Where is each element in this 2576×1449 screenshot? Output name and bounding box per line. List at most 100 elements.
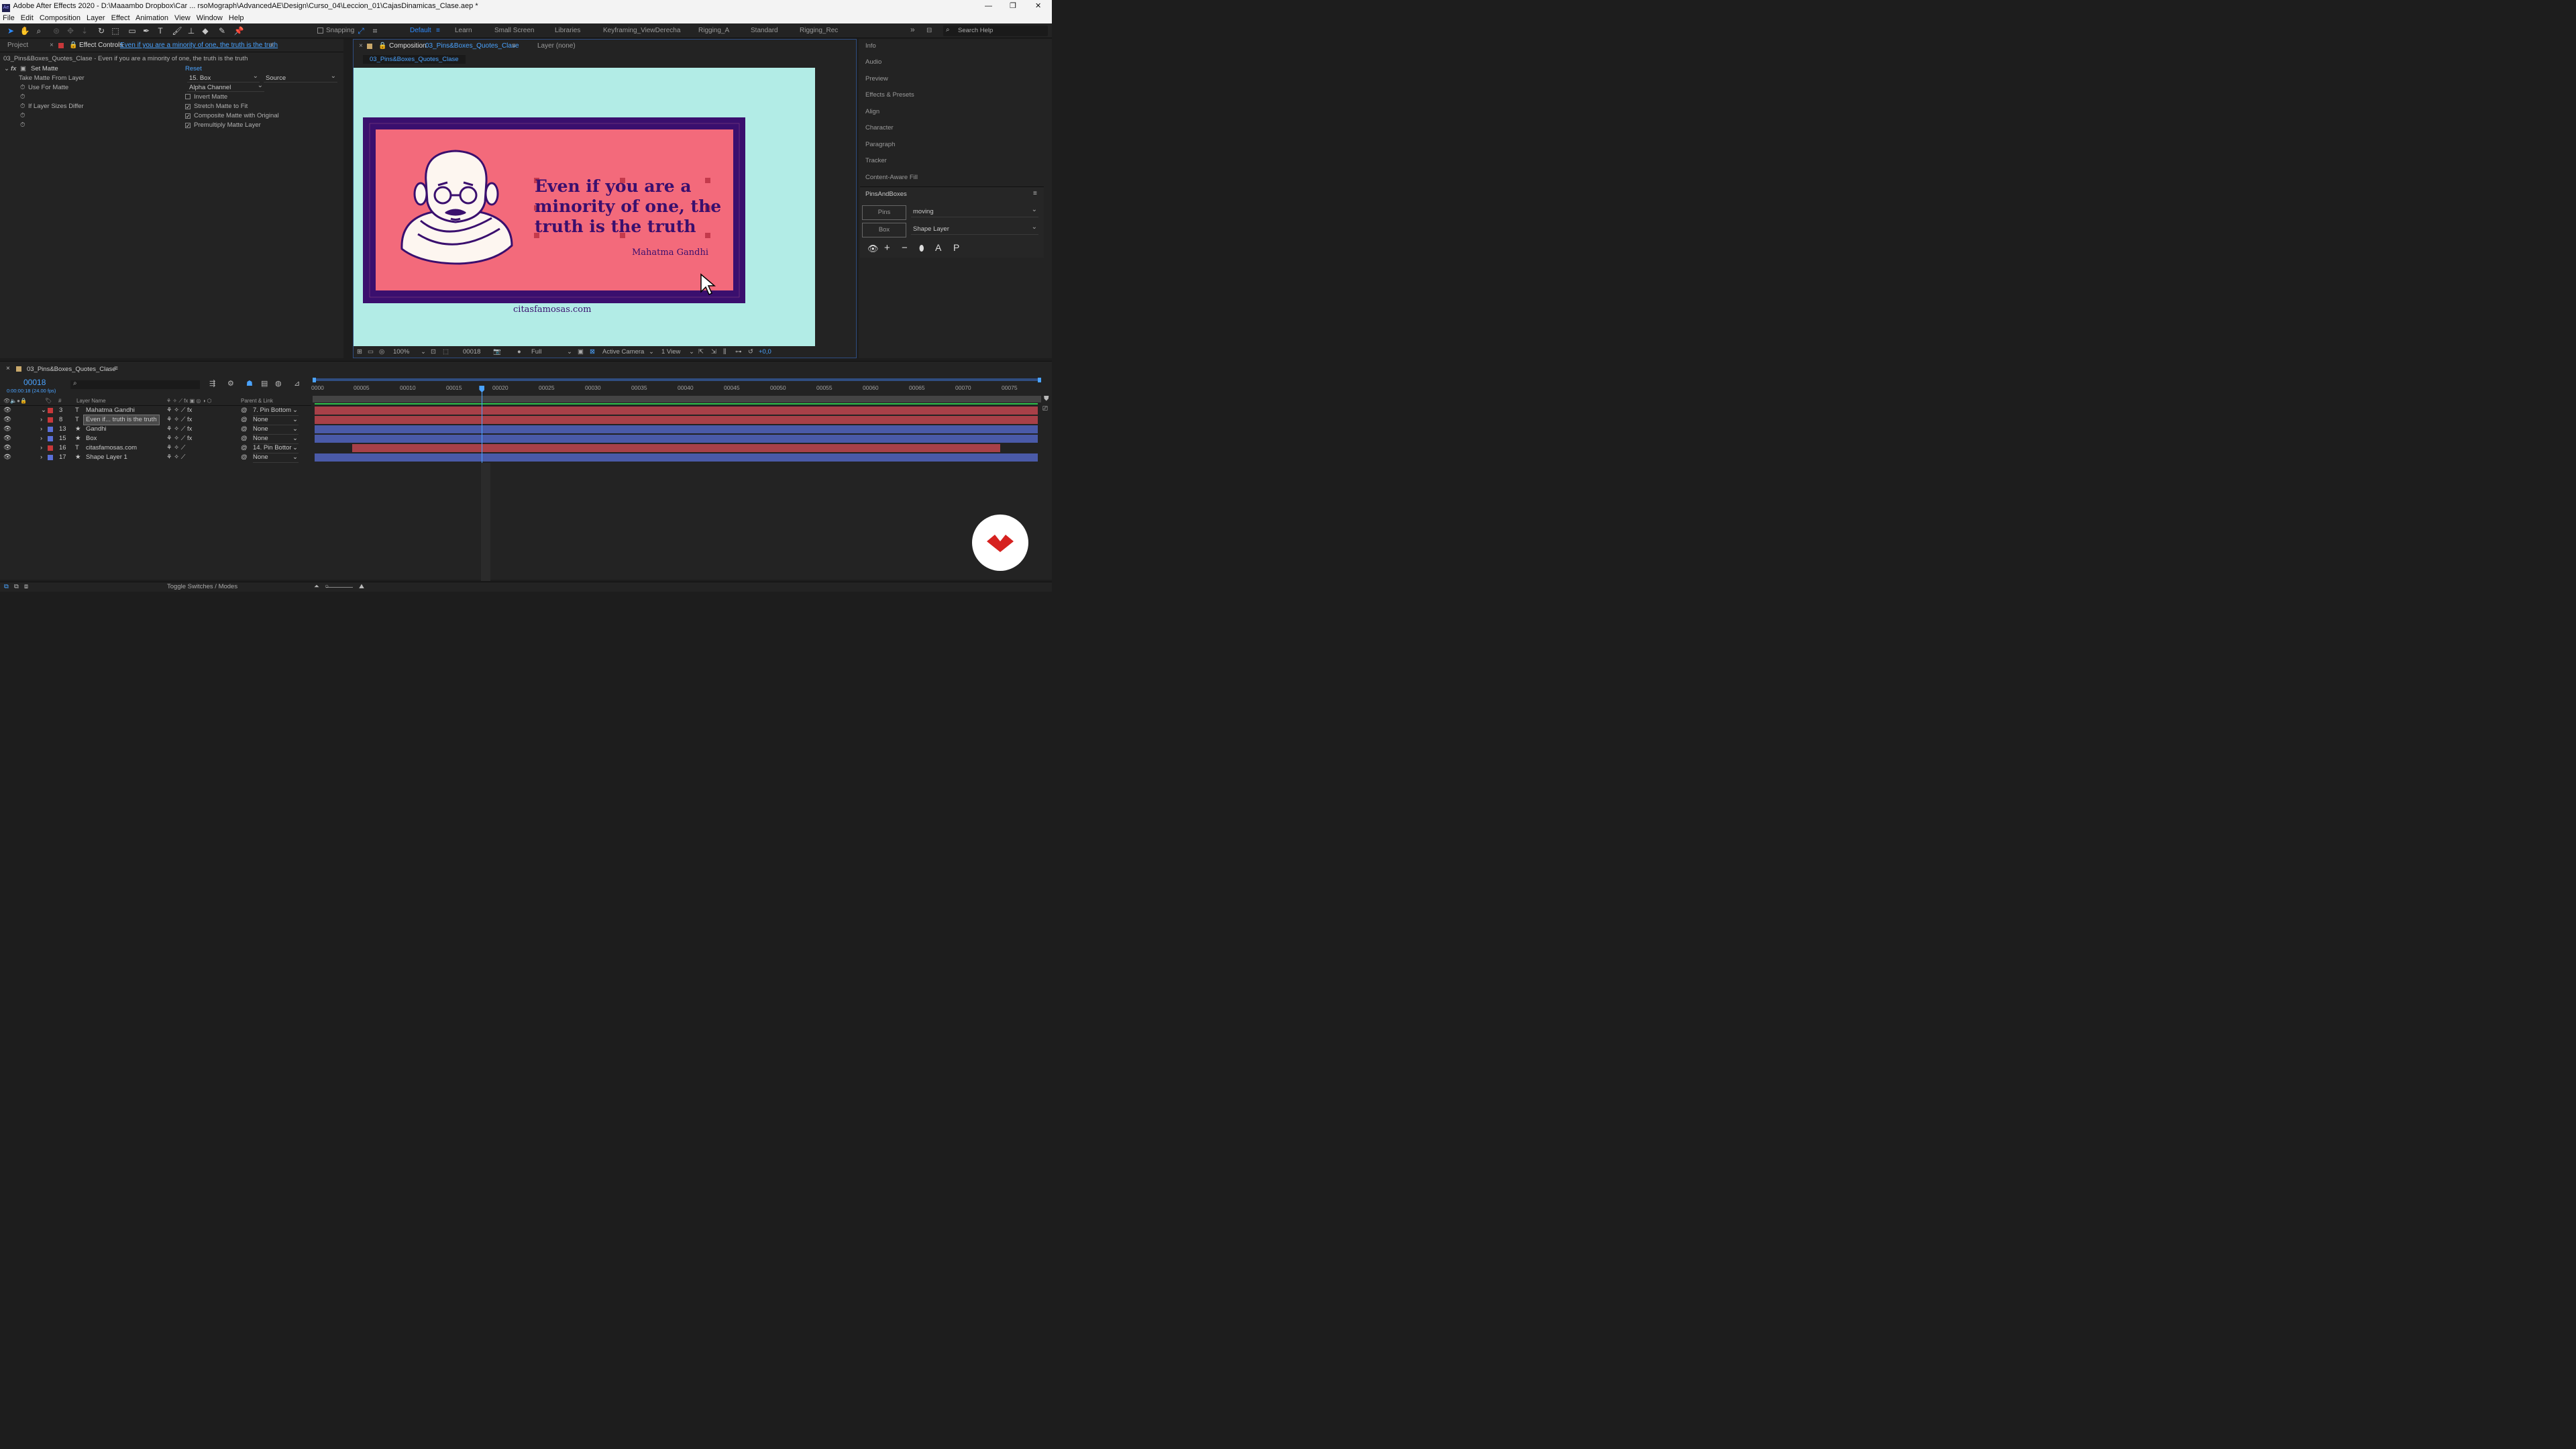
reset-button[interactable]: Reset: [185, 64, 202, 74]
render-icon[interactable]: ⇲: [711, 347, 716, 358]
chevron-down-icon[interactable]: ⌄: [292, 425, 298, 434]
pick-whip-icon[interactable]: @: [241, 434, 248, 443]
panel-content-aware-fill[interactable]: Content-Aware Fill: [865, 174, 918, 181]
zoom-out-icon[interactable]: ⏶: [314, 582, 319, 592]
zoom-tool-icon[interactable]: ⌕: [34, 25, 44, 36]
invert-matte-checkbox[interactable]: Invert Matte: [185, 93, 227, 102]
workspace-menu-icon[interactable]: ≡: [436, 27, 440, 34]
visibility-eye-icon[interactable]: 👁: [3, 425, 11, 434]
toggle-switches-modes-button[interactable]: Toggle Switches / Modes: [167, 582, 237, 592]
visibility-eye-icon[interactable]: 👁: [3, 406, 11, 415]
layer-search-input[interactable]: ⌕: [70, 380, 200, 389]
layer-label-color[interactable]: [48, 417, 53, 423]
layer-duration-bar[interactable]: [315, 416, 1038, 424]
layer-switches-icon[interactable]: ⚘ ✧ ⟋ fx: [166, 406, 192, 415]
layer-label-color[interactable]: [48, 455, 53, 460]
pick-whip-icon[interactable]: @: [241, 415, 248, 425]
brush-tool-icon[interactable]: 🖌: [172, 25, 182, 36]
tab-effect-controls[interactable]: Effect Controls: [79, 39, 123, 52]
layer-switches-icon[interactable]: ⚘ ✧ ⟋ fx: [166, 434, 192, 443]
composition-tab-label[interactable]: Composition: [389, 40, 427, 53]
collapse-chevron-icon[interactable]: ⌄: [41, 406, 46, 415]
stopwatch-icon[interactable]: ⏱: [20, 121, 25, 130]
panel-tracker[interactable]: Tracker: [865, 157, 887, 164]
layer-switches-icon[interactable]: ⚘ ✧ ⟋: [166, 443, 185, 453]
toggle-pixel-aspect-icon[interactable]: ⇱: [698, 347, 704, 358]
visibility-eye-icon[interactable]: 👁: [3, 453, 11, 462]
puppet-pin-tool-icon[interactable]: 📌: [233, 25, 244, 36]
pins-dropdown[interactable]: moving: [911, 206, 1038, 217]
layer-name[interactable]: Gandhi: [84, 425, 109, 434]
current-time-display[interactable]: 00018: [463, 347, 480, 358]
mask-visibility-icon[interactable]: ◎: [379, 347, 384, 358]
visibility-eye-icon[interactable]: 👁: [3, 415, 11, 425]
expand-chevron-icon[interactable]: ⌄: [4, 64, 9, 74]
layer-row[interactable]: 👁 › 8 T Even if... truth is the truth ⚘ ✧ ⟋ f…: [0, 415, 311, 425]
pick-whip-icon[interactable]: @: [241, 425, 248, 434]
box-dropdown[interactable]: Shape Layer: [911, 223, 1038, 235]
parent-dropdown[interactable]: 14. Pin Bottor: [253, 443, 299, 453]
camera-dropdown[interactable]: Active Camera: [602, 347, 644, 358]
zoom-slider[interactable]: [326, 587, 353, 588]
parent-dropdown[interactable]: None: [253, 453, 299, 463]
pick-whip-icon[interactable]: @: [241, 406, 248, 415]
close-tab-icon[interactable]: ×: [359, 40, 363, 53]
chevron-down-icon[interactable]: ⌄: [292, 406, 298, 415]
hand-tool-icon[interactable]: ✋: [19, 25, 30, 36]
box-button[interactable]: Box: [862, 223, 906, 237]
take-matte-layer-dropdown[interactable]: 15. Box: [187, 72, 260, 83]
minus-icon[interactable]: −: [902, 242, 908, 254]
minimize-icon[interactable]: —: [985, 0, 992, 13]
layer-switches-icon[interactable]: ⚘ ✧ ⟋ fx: [166, 425, 192, 434]
snap-options-icon[interactable]: ⌗: [370, 25, 380, 36]
panel-menu-icon[interactable]: ≡: [114, 365, 118, 372]
layer-duration-bar[interactable]: [315, 435, 1038, 443]
type-tool-icon[interactable]: T: [155, 25, 166, 36]
shy-layers-icon[interactable]: ☗: [246, 379, 253, 388]
chevron-down-icon[interactable]: ⌄: [421, 347, 426, 358]
workspace-learn[interactable]: Learn: [455, 27, 472, 34]
time-ruler[interactable]: [313, 377, 1041, 396]
timeline-icon[interactable]: ⫼: [723, 347, 726, 358]
layer-duration-bar[interactable]: [352, 444, 1000, 452]
stopwatch-icon[interactable]: ⏱: [20, 93, 25, 102]
stopwatch-icon[interactable]: ⏱: [20, 102, 25, 111]
layer-switches-icon[interactable]: ⧉: [4, 582, 9, 592]
panel-preview[interactable]: Preview: [865, 75, 888, 83]
menu-help[interactable]: Help: [229, 14, 244, 22]
timeline-tab-label[interactable]: 03_Pins&Boxes_Quotes_Clase: [27, 366, 116, 373]
plus-icon[interactable]: +: [884, 242, 890, 254]
fx-icon[interactable]: fx: [11, 64, 16, 74]
exposure-value[interactable]: +0,0: [759, 347, 771, 358]
rectangle-tool-icon[interactable]: ▭: [127, 25, 138, 36]
clone-stamp-tool-icon[interactable]: ⊥: [186, 25, 197, 36]
menu-edit[interactable]: Edit: [21, 14, 34, 22]
workspace-rigging-a[interactable]: Rigging_A: [698, 27, 729, 34]
workspace-libraries[interactable]: Libraries: [555, 27, 580, 34]
stopwatch-icon[interactable]: ⏱: [20, 83, 25, 93]
menu-effect[interactable]: Effect: [111, 14, 130, 22]
stopwatch-icon[interactable]: ⏱: [20, 111, 25, 121]
timecode-display[interactable]: 00018: [23, 378, 46, 387]
chevron-down-icon[interactable]: ⌄: [567, 347, 572, 358]
workspace-keyframing[interactable]: Keyframing_ViewDerecha: [603, 27, 680, 34]
eraser-tool-icon[interactable]: ◆: [200, 25, 211, 36]
pick-whip-icon[interactable]: @: [241, 453, 248, 462]
menu-file[interactable]: File: [3, 14, 15, 22]
panel-effects-presets[interactable]: Effects & Presets: [865, 91, 914, 99]
layer-switches-icon[interactable]: ⚘ ✧ ⟋: [166, 453, 185, 462]
snapshot-icon[interactable]: 📷: [493, 347, 501, 358]
expand-chevron-icon[interactable]: ›: [40, 434, 42, 443]
close-tab-icon[interactable]: ×: [50, 39, 54, 52]
chevron-down-icon[interactable]: ⌄: [292, 453, 298, 462]
menu-layer[interactable]: Layer: [87, 14, 105, 22]
visibility-eye-icon[interactable]: 👁: [3, 443, 11, 453]
pan-behind-tool-icon[interactable]: ⬚: [110, 25, 121, 36]
panel-audio[interactable]: Audio: [865, 58, 881, 66]
layer-row[interactable]: 👁 › 15 ★ Box ⚘ ✧ ⟋ fx @ None ⌄: [0, 434, 311, 444]
more-workspaces-icon[interactable]: »: [910, 25, 915, 34]
in-out-icon[interactable]: ⧈: [24, 582, 28, 592]
panel-align[interactable]: Align: [865, 108, 879, 115]
work-area-bar[interactable]: [313, 396, 1041, 402]
layer-row[interactable]: 👁 › 13 ★ Gandhi ⚘ ✧ ⟋ fx @ None ⌄: [0, 425, 311, 435]
